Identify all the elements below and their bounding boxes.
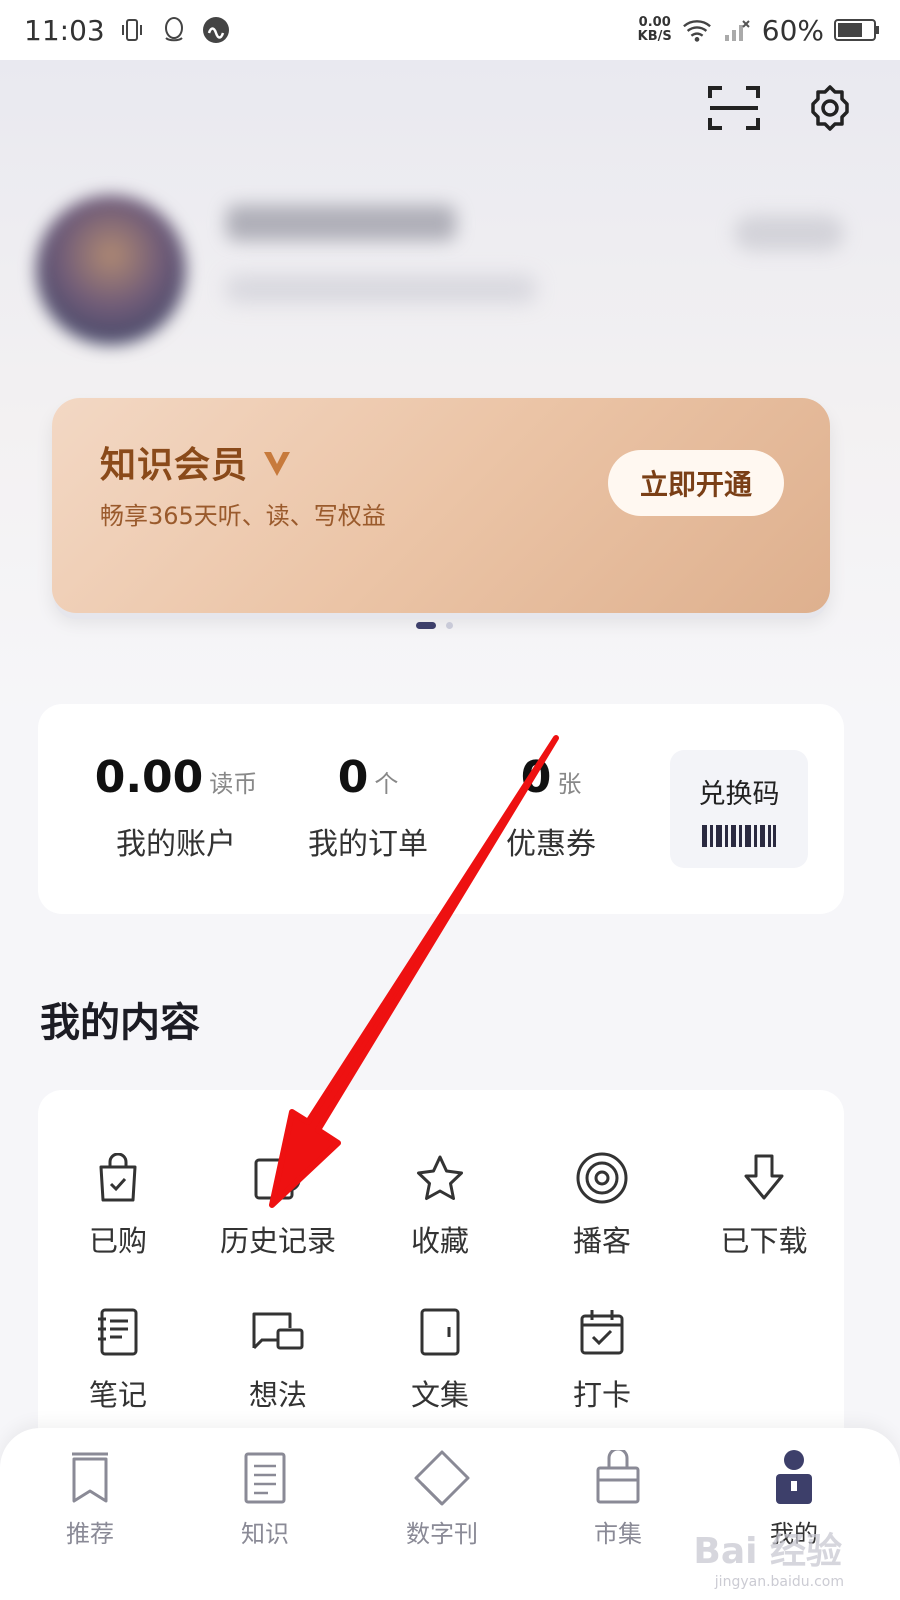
note-icon [88, 1302, 148, 1362]
orders-label: 我的订单 [308, 827, 428, 862]
vip-v-icon [263, 452, 290, 476]
coupons-unit: 张 [557, 770, 582, 798]
nav-label: 知识 [241, 1520, 289, 1548]
top-actions [706, 80, 858, 136]
grid-item-podcast[interactable]: 播客 [522, 1148, 682, 1260]
cellular-signal-icon [722, 15, 752, 45]
coupons[interactable]: 0张 优惠券 [486, 752, 616, 863]
shopping-bag-icon [588, 1448, 648, 1508]
status-time: 11:03 [24, 13, 105, 47]
battery-icon [834, 15, 880, 45]
grid-item-downloaded[interactable]: 已下载 [684, 1148, 844, 1260]
cloud-app-icon [201, 15, 231, 45]
orders-unit: 个 [374, 770, 399, 798]
nav-tab-knowledge[interactable]: 知识 [205, 1448, 325, 1549]
grid-item-checkin[interactable]: 打卡 [522, 1302, 682, 1414]
net-speed-value: 0.00 [638, 15, 671, 30]
balance-label: 我的账户 [116, 827, 236, 862]
grid-item-history[interactable]: 历史记录 [198, 1148, 358, 1260]
grid-label: 笔记 [88, 1378, 147, 1412]
user-info-blurred [226, 275, 536, 303]
account-summary: 0.00 读币 我的账户 0个 我的订单 0张 优惠券 兑换码 [38, 704, 844, 914]
grid-item-favorites[interactable]: 收藏 [360, 1148, 520, 1260]
grid-label: 已下载 [720, 1224, 808, 1258]
redeem-code-button[interactable]: 兑换码 [670, 750, 808, 868]
profile-icon [764, 1448, 824, 1508]
grid-item-notes[interactable]: 笔记 [38, 1302, 198, 1414]
grid-label: 打卡 [572, 1378, 631, 1412]
star-icon [410, 1148, 470, 1208]
battery-percent: 60% [761, 13, 824, 47]
membership-banner[interactable]: 知识会员 畅享365天听、读、写权益 立即开通 [52, 398, 830, 613]
coupons-label: 优惠券 [506, 827, 596, 862]
qq-icon [159, 15, 189, 45]
account-balance[interactable]: 0.00 读币 我的账户 [76, 752, 276, 863]
my-content-title: 我的内容 [40, 1000, 200, 1046]
status-bar: 11:03 0.00 KB/S 60% [0, 0, 900, 60]
redeem-label: 兑换码 [698, 778, 780, 810]
nav-label: 市集 [594, 1520, 642, 1548]
baidu-watermark: Bai 经验 [693, 1531, 842, 1572]
grid-label: 历史记录 [219, 1224, 336, 1258]
baidu-watermark-url: jingyan.baidu.com [714, 1574, 844, 1590]
user-profile[interactable] [36, 195, 864, 345]
grid-item-thoughts[interactable]: 想法 [198, 1302, 358, 1414]
wifi-icon [682, 15, 712, 45]
bag-icon [88, 1148, 148, 1208]
grid-label: 文集 [410, 1378, 469, 1412]
profile-action-blurred[interactable] [734, 215, 844, 251]
username-blurred [226, 205, 456, 241]
balance-unit: 读币 [209, 770, 258, 798]
diamond-icon [412, 1448, 472, 1508]
my-orders[interactable]: 0个 我的订单 [300, 752, 436, 863]
nav-label: 数字刊 [406, 1520, 478, 1548]
nav-label: 推荐 [66, 1520, 114, 1548]
grid-label: 想法 [248, 1378, 307, 1412]
scan-icon [708, 86, 760, 130]
member-subtitle: 畅享365天听、读、写权益 [100, 502, 386, 530]
bottom-navigation: 推荐 知识 数字刊 市集 我的 Bai 经验 jingyan.baidu.com [0, 1428, 900, 1600]
vibrate-icon [117, 15, 147, 45]
grid-label: 已购 [88, 1224, 147, 1258]
nav-tab-recommend[interactable]: 推荐 [30, 1448, 150, 1549]
coupons-value: 0 [520, 752, 552, 803]
nav-tab-market[interactable]: 市集 [558, 1448, 678, 1549]
scan-button[interactable] [706, 80, 762, 136]
grid-label: 收藏 [410, 1224, 469, 1258]
thought-icon [248, 1302, 308, 1362]
member-title-text: 知识会员 [100, 445, 249, 486]
member-title: 知识会员 [100, 436, 292, 488]
collection-icon [410, 1302, 470, 1362]
podcast-icon [572, 1148, 632, 1208]
history-icon [248, 1148, 308, 1208]
carousel-dot-active [416, 622, 436, 629]
orders-value: 0 [337, 752, 369, 803]
checkin-icon [572, 1302, 632, 1362]
grid-item-purchased[interactable]: 已购 [38, 1148, 198, 1260]
gear-icon [811, 85, 849, 131]
bookmark-icon [60, 1448, 120, 1508]
barcode-icon [702, 824, 776, 847]
network-speed: 0.00 KB/S [638, 16, 672, 44]
open-membership-button[interactable]: 立即开通 [608, 450, 784, 516]
carousel-indicator [416, 622, 453, 629]
nav-tab-digital-magazine[interactable]: 数字刊 [382, 1448, 502, 1549]
avatar[interactable] [36, 195, 186, 345]
carousel-dot [446, 622, 453, 629]
settings-button[interactable] [802, 80, 858, 136]
grid-label: 播客 [572, 1224, 631, 1258]
document-icon [235, 1448, 295, 1508]
download-icon [734, 1148, 794, 1208]
grid-item-collection[interactable]: 文集 [360, 1302, 520, 1414]
profile-header [0, 60, 900, 720]
net-speed-unit: KB/S [637, 29, 672, 44]
balance-value: 0.00 [94, 752, 204, 803]
